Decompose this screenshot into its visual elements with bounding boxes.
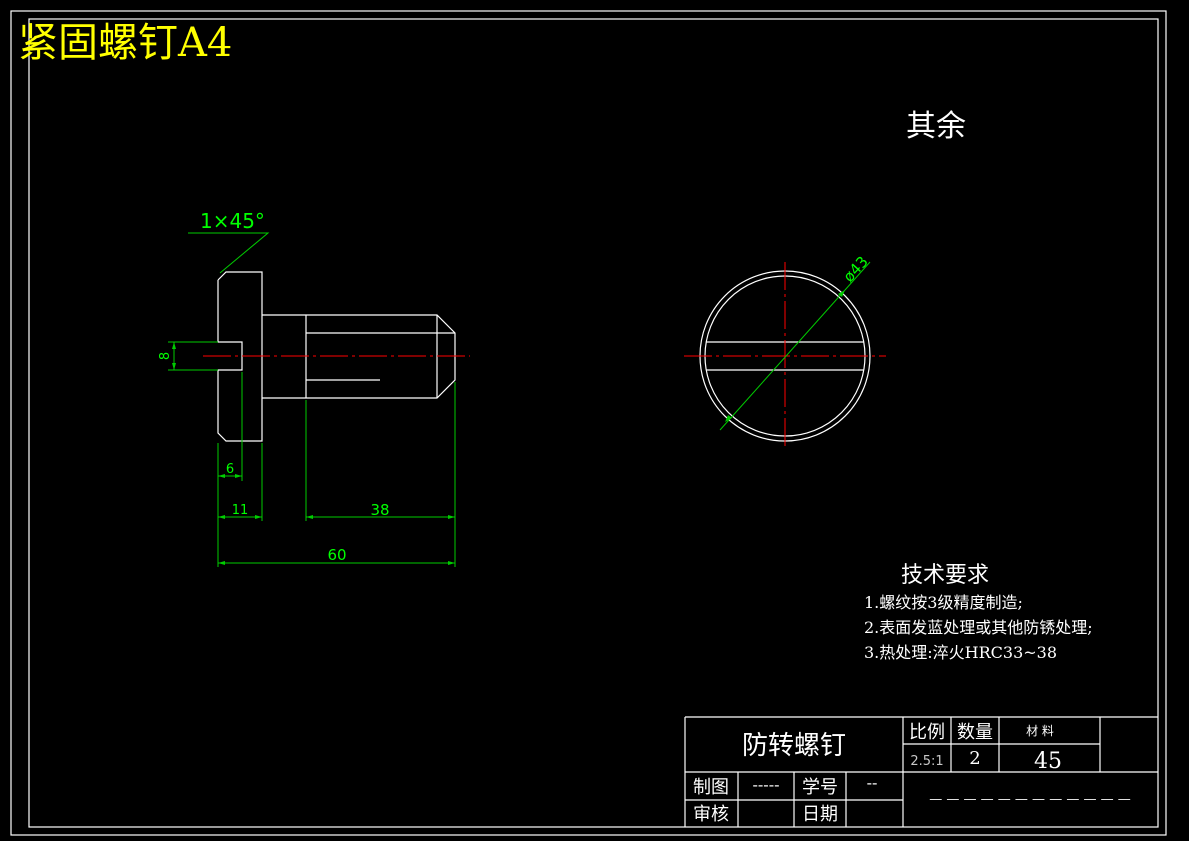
chamfer-label: 1×45° xyxy=(200,209,265,233)
drawing-title: 紧固螺钉A4 xyxy=(18,20,232,66)
dim-8-label: 8 xyxy=(158,352,173,360)
scale-label: 比例 xyxy=(909,722,945,743)
student-no-label: 学号 xyxy=(802,777,838,798)
tech-item-2: 2.表面发蓝处理或其他防锈处理; xyxy=(864,618,1093,637)
arrowheads xyxy=(172,342,455,565)
scale-value: 2.5:1 xyxy=(910,754,943,769)
tech-item-1: 1.螺纹按3级精度制造; xyxy=(864,593,1023,612)
end-view: ø43 xyxy=(684,253,886,450)
title-block: 防转螺钉 比例 2.5:1 数量 2 材 料 45 制图 ----- 学号 --… xyxy=(684,716,1158,827)
dim-6-label: 6 xyxy=(226,462,234,477)
quantity-label: 数量 xyxy=(957,722,993,743)
student-no-value: -- xyxy=(867,773,878,792)
material-value: 45 xyxy=(1034,749,1062,774)
quantity-value: 2 xyxy=(969,748,980,769)
material-label: 材 料 xyxy=(1026,724,1054,738)
date-label: 日期 xyxy=(802,804,838,825)
part-name: 防转螺钉 xyxy=(742,731,846,761)
blank-signature-line: — — — — — — — — — — — — xyxy=(929,792,1130,807)
drawn-value: ----- xyxy=(752,775,779,794)
drawn-label: 制图 xyxy=(693,777,729,798)
tech-item-3: 3.热处理:淬火HRC33~38 xyxy=(864,643,1057,662)
dim-11-label: 11 xyxy=(232,503,249,518)
checked-label: 审核 xyxy=(693,804,729,825)
diameter-label: ø43 xyxy=(840,253,872,286)
roughness-note: 其余 xyxy=(906,109,966,144)
tech-requirements: 技术要求 1.螺纹按3级精度制造; 2.表面发蓝处理或其他防锈处理; 3.热处理… xyxy=(864,563,1093,662)
inner-frame xyxy=(28,18,1159,828)
diameter-leader xyxy=(719,261,871,431)
dim-60-label: 60 xyxy=(327,546,346,564)
chamfer-leader xyxy=(188,232,270,274)
side-view: 1×45° 8 6 11 38 60 xyxy=(158,209,470,567)
outer-frame xyxy=(10,10,1167,836)
engineering-drawing: 紧固螺钉A4 其余 1×45° 8 6 11 38 60 ø43 技术要求 1.… xyxy=(10,10,1167,836)
tech-heading: 技术要求 xyxy=(901,563,989,588)
dim-38-label: 38 xyxy=(370,501,389,519)
